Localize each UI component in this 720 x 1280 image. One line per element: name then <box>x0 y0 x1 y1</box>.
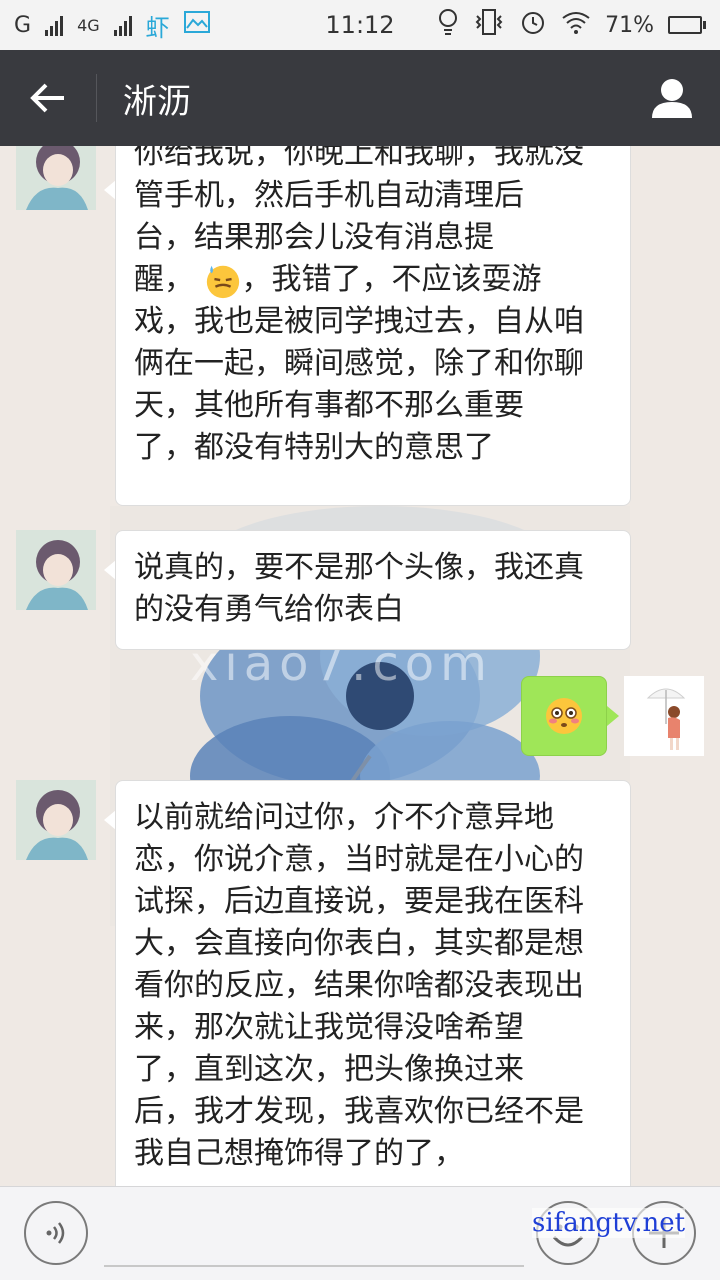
vibrate-icon <box>473 8 505 42</box>
header-divider <box>96 74 97 122</box>
signal-icon-2 <box>113 14 132 36</box>
message-line: 以前就给问过你，介不介意异地 <box>134 800 554 835</box>
message-line: 试探，后边直接说，要是我在医科 <box>134 884 584 919</box>
battery-percent: 71% <box>605 12 654 38</box>
message-bubble[interactable]: 你给我说，你晚上和我聊，我就没 管手机，然后手机自动清理后 台，结果那会儿没有消… <box>115 146 631 506</box>
bulb-icon <box>437 8 459 42</box>
contact-avatar[interactable] <box>16 146 96 210</box>
message-line: 戏，我也是被同学拽过去，自从咱 <box>134 304 584 339</box>
message-line: 的没有勇气给你表白 <box>134 592 404 627</box>
message-line: 后，我才发现，我喜欢你已经不是 <box>134 1094 584 1129</box>
network-label: 4G <box>77 15 100 35</box>
chat-area[interactable]: xiao7.com 你给我说，你晚上和我聊，我就没 管手机，然后手机自动清理后 … <box>0 146 720 1186</box>
message-line: 恋，你说介意，当时就是在小心的 <box>134 842 584 877</box>
message-text: 醒， <box>134 262 194 297</box>
voice-icon <box>46 1222 65 1244</box>
site-watermark: sifangtv.net <box>532 1208 686 1238</box>
image-icon <box>183 11 210 39</box>
back-button[interactable] <box>0 50 96 146</box>
message-bubble[interactable]: 以前就给问过你，介不介意异地 恋，你说介意，当时就是在小心的 试探，后边直接说，… <box>115 780 631 1186</box>
message-line: 俩在一起，瞬间感觉，除了和你聊 <box>134 346 584 381</box>
message-line: 台，结果那会儿没有消息提 <box>134 220 494 255</box>
signal-icon <box>45 14 64 36</box>
wifi-icon <box>561 10 591 40</box>
alarm-icon <box>519 8 547 42</box>
message-input[interactable] <box>104 1199 524 1267</box>
carrier-label: G <box>14 12 32 38</box>
profile-button[interactable] <box>624 50 720 146</box>
message-bubble[interactable]: 说真的，要不是那个头像，我还真 的没有勇气给你表白 <box>115 530 631 650</box>
message-line-with-emoji: 醒， ，我错了，不应该耍游 <box>134 259 612 301</box>
flushed-face-emoji <box>546 698 582 734</box>
voice-button[interactable] <box>24 1201 88 1265</box>
clock: 11:12 <box>325 11 395 39</box>
message-line: 了，都没有特别大的意思了 <box>134 430 494 465</box>
bubble-tail <box>607 706 619 726</box>
message-line: 天，其他所有事都不那么重要 <box>134 388 524 423</box>
message-line: 大，会直接向你表白，其实都是想 <box>134 926 584 961</box>
message-text: ，我错了，不应该耍游 <box>241 262 542 297</box>
app-icon: 虾 <box>145 13 170 42</box>
my-avatar[interactable] <box>624 676 704 756</box>
chat-title: 淅沥 <box>123 81 191 122</box>
message-line: 看你的反应，结果你啥都没表现出 <box>134 968 584 1003</box>
message-line: 来，那次就让我觉得没啥希望 <box>134 1010 524 1045</box>
message-line: 管手机，然后手机自动清理后 <box>134 178 524 213</box>
contact-avatar[interactable] <box>16 530 96 610</box>
contact-avatar[interactable] <box>16 780 96 860</box>
arrow-left-icon <box>30 83 64 113</box>
message-line: 我自己想掩饰得了的了， <box>134 1136 464 1171</box>
message-line: 说真的，要不是那个头像，我还真 <box>134 550 584 585</box>
chat-header: 淅沥 <box>0 50 720 146</box>
my-message-bubble[interactable] <box>521 676 607 756</box>
downcast-sweat-emoji <box>206 265 239 298</box>
person-icon <box>652 79 692 118</box>
message-line: 你给我说，你晚上和我聊，我就没 <box>134 146 584 171</box>
battery-icon <box>668 16 706 34</box>
status-bar: G 4G 虾 11:12 71% <box>0 0 720 50</box>
message-line: 了，直到这次，把头像换过来 <box>134 1052 524 1087</box>
